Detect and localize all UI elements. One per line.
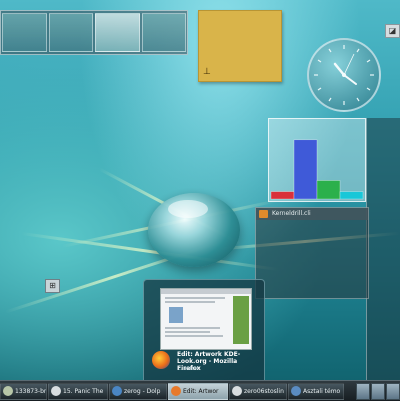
clock-hour-hand bbox=[333, 62, 346, 77]
task-app-icon bbox=[232, 386, 242, 396]
task-label: 15. Panic The bbox=[63, 387, 104, 395]
monitor-bar-2 bbox=[293, 139, 318, 200]
thumbnail-line bbox=[165, 335, 223, 337]
thumbnail-line bbox=[165, 327, 220, 329]
thumbnail-sidebar bbox=[233, 296, 249, 344]
thumbnail-line bbox=[165, 331, 210, 333]
tray-icon[interactable] bbox=[386, 382, 400, 400]
water-droplet-highlight bbox=[168, 200, 208, 218]
thumbnail-toolbar bbox=[161, 289, 251, 294]
tooltip-desktop-label: 1. asztal bbox=[177, 366, 199, 372]
monitor-bar-1 bbox=[270, 191, 295, 200]
taskbar-item[interactable]: zero06stoslin bbox=[229, 382, 287, 400]
taskbar-item[interactable]: 15. Panic The bbox=[48, 382, 108, 400]
note-pin-icon: ⊥ bbox=[203, 67, 211, 77]
taskbar-item[interactable]: 133873-bree bbox=[0, 382, 47, 400]
taskbar-item[interactable]: Asztali témo bbox=[288, 382, 344, 400]
monitor-bar-3 bbox=[316, 180, 341, 200]
task-label: zero06stoslin bbox=[244, 387, 284, 395]
offscreen-window[interactable] bbox=[366, 118, 400, 380]
pager-desktop-2[interactable] bbox=[48, 13, 93, 52]
show-desktop-button[interactable]: ◪ bbox=[385, 24, 400, 38]
tray-icon[interactable] bbox=[356, 382, 370, 400]
tray-icon[interactable] bbox=[371, 382, 385, 400]
firefox-icon bbox=[152, 351, 170, 369]
taskbar-item-active[interactable]: Edit: Artwor bbox=[168, 382, 228, 400]
taskbar-item[interactable]: zerog - Dolp bbox=[109, 382, 167, 400]
task-app-icon bbox=[291, 386, 301, 396]
task-app-icon bbox=[3, 386, 13, 396]
window-title-text: Kerneldrill.cli bbox=[272, 210, 311, 217]
task-label: zerog - Dolp bbox=[124, 387, 161, 395]
analog-clock-widget bbox=[307, 38, 381, 112]
thumbnail-image bbox=[169, 307, 183, 323]
clock-second-hand bbox=[343, 53, 355, 76]
pager-desktop-1[interactable] bbox=[2, 13, 47, 52]
monitor-bar-4 bbox=[339, 191, 364, 200]
taskbar: 133873-bree 15. Panic The zerog - Dolp E… bbox=[0, 380, 400, 401]
task-app-icon bbox=[171, 386, 181, 396]
terminal-window[interactable]: Kerneldrill.cli bbox=[255, 207, 369, 299]
task-label: 133873-bree bbox=[15, 387, 47, 395]
system-tray bbox=[355, 382, 400, 400]
clock-minute-hand bbox=[343, 74, 357, 85]
task-app-icon bbox=[112, 386, 122, 396]
window-thumbnail bbox=[160, 288, 252, 350]
clock-face bbox=[314, 45, 374, 105]
thumbnail-line bbox=[165, 297, 225, 299]
window-title: Kerneldrill.cli bbox=[256, 208, 368, 220]
thumbnail-line bbox=[165, 301, 215, 303]
window-app-icon bbox=[259, 210, 268, 218]
system-monitor-widget bbox=[268, 118, 366, 202]
task-app-icon bbox=[51, 386, 61, 396]
pager-desktop-3[interactable] bbox=[95, 13, 140, 52]
desktop-pager bbox=[0, 10, 188, 55]
task-label: Edit: Artwor bbox=[183, 387, 219, 395]
task-preview-tooltip[interactable]: Edit: Artwork KDE-Look.org - Mozilla Fir… bbox=[143, 279, 265, 385]
system-monitor-chart bbox=[270, 139, 364, 200]
pager-desktop-4[interactable] bbox=[141, 13, 186, 52]
add-widget-button[interactable]: ⊞ bbox=[45, 279, 60, 293]
task-label: Asztali témo bbox=[303, 387, 341, 395]
sticky-note-widget[interactable]: ⊥ bbox=[198, 10, 282, 82]
